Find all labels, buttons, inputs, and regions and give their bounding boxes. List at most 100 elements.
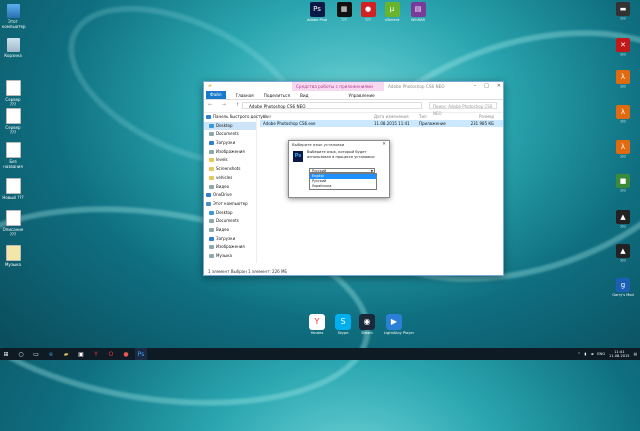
address-path[interactable]: Adobe Photoshop CS6 NEO: [242, 102, 422, 109]
nav-item[interactable]: Desktop: [204, 209, 256, 218]
nav-item[interactable]: Видео: [204, 226, 256, 235]
dock-item[interactable]: ◉ Steam: [357, 314, 377, 335]
nav-item[interactable]: Загрузки: [204, 235, 256, 244]
ribbon-tab[interactable]: Вид: [300, 93, 309, 98]
clock[interactable]: 11:41 11.08.2015: [609, 350, 630, 358]
taskbar: ⊞ ○ ▭ e ▰ ▣ Y O ● Ps ^ ▮ ◄ ENG 11:41 11.…: [0, 348, 640, 360]
dock-item[interactable]: ▶ LightAlloy Player: [384, 314, 414, 335]
desktop-icon[interactable]: ▤ WinRAR: [408, 2, 428, 22]
column-header[interactable]: Тип: [419, 113, 464, 120]
nav-item[interactable]: Изображения: [204, 243, 256, 252]
nav-item[interactable]: Панель быстрого доступа: [204, 113, 268, 122]
dialog-close-button[interactable]: ✕: [382, 141, 386, 148]
desktop-icon[interactable]: ▲???: [612, 244, 634, 263]
desktop-icon[interactable]: ●???: [358, 2, 378, 22]
folder-icon: [209, 149, 214, 154]
column-header[interactable]: Размер: [464, 113, 494, 120]
dock-item[interactable]: S Skype: [333, 314, 353, 335]
computer-icon: [6, 4, 20, 18]
ribbon-tab[interactable]: Поделиться: [264, 93, 290, 98]
desktop-icon-label: Этот компьютер: [2, 19, 26, 29]
desktop-icon[interactable]: Описание ???: [2, 210, 24, 237]
nav-item[interactable]: OneDrive: [204, 191, 256, 200]
language-dialog[interactable]: Выберите язык установки ✕ Ps Выберите яз…: [288, 140, 390, 198]
desktop-icon-label: Музыка: [5, 262, 21, 267]
nav-item[interactable]: Screenshots: [204, 165, 256, 174]
desktop-icon[interactable]: g Garry's Mod: [612, 278, 634, 297]
language-indicator[interactable]: ENG: [597, 352, 605, 356]
nav-item[interactable]: levels: [204, 156, 256, 165]
app-icon: ●: [360, 2, 376, 17]
column-header[interactable]: Дата изменения: [374, 113, 419, 120]
desktop-icon[interactable]: Сервер ???: [2, 80, 24, 107]
task-view-icon[interactable]: ▭: [30, 348, 42, 360]
nav-item[interactable]: Documents: [204, 130, 256, 139]
desktop-icon[interactable]: ▬???: [612, 2, 634, 21]
music-folder-icon: [5, 245, 21, 261]
edge-icon[interactable]: e: [45, 348, 57, 360]
close-button[interactable]: ✕: [497, 83, 501, 89]
desktop-icon[interactable]: Сервер ???: [2, 108, 24, 135]
nav-arrows[interactable]: ← → ↑: [208, 102, 244, 108]
yandex-icon[interactable]: Y: [90, 348, 102, 360]
network-icon[interactable]: ▮: [585, 352, 587, 356]
table-row[interactable]: Adobe Photoshop CS6.exe 11.08.2015 11:41 П…: [260, 120, 503, 127]
dock-label: Steam: [361, 331, 373, 335]
desktop-icon[interactable]: µ uTorrent: [382, 2, 402, 22]
windows-start-icon[interactable]: ⊞: [0, 348, 12, 360]
desktop-icon-label: Сервер ???: [5, 125, 21, 135]
desktop-icon[interactable]: ■???: [612, 174, 634, 193]
desktop-icon[interactable]: Новый ???: [2, 178, 24, 200]
context-tab[interactable]: Средства работы с приложениями: [292, 82, 384, 91]
language-option[interactable]: Українська: [310, 184, 376, 189]
nav-item[interactable]: Этот компьютер: [204, 200, 256, 209]
store-icon[interactable]: ▣: [75, 348, 87, 360]
document-icon: [5, 80, 21, 96]
desktop-icon[interactable]: λ???: [612, 140, 634, 159]
nav-item[interactable]: Видео: [204, 183, 256, 192]
ribbon-tab[interactable]: Файл: [206, 91, 226, 99]
app-icon: ▤: [410, 2, 426, 17]
desktop-icon[interactable]: ▲???: [612, 210, 634, 229]
nav-item[interactable]: Изображения: [204, 148, 256, 157]
desktop-icon[interactable]: PsAdobe Photoshop CS6: [307, 2, 327, 22]
volume-icon[interactable]: ◄: [591, 352, 594, 356]
photoshop-taskbar-icon[interactable]: Ps: [135, 348, 147, 360]
dialog-title-bar[interactable]: Выберите язык установки ✕: [289, 141, 389, 148]
desktop-icon-label: ???: [620, 259, 626, 263]
search-input[interactable]: Поиск: Adobe Photoshop CS6 NEO: [429, 102, 497, 116]
ribbon-tab[interactable]: Управление: [348, 93, 374, 98]
nav-item[interactable]: Музыка: [204, 252, 256, 261]
media-player-icon[interactable]: ●: [120, 348, 132, 360]
minimize-button[interactable]: –: [474, 83, 477, 89]
desktop-icon[interactable]: λ???: [612, 70, 634, 89]
table-cell: Приложение: [419, 121, 446, 126]
nav-item[interactable]: vehicles: [204, 174, 256, 183]
desktop-icon[interactable]: Корзина: [2, 38, 24, 58]
nav-item-label: Documents: [216, 218, 239, 224]
nav-item-label: OneDrive: [213, 192, 232, 198]
nav-item[interactable]: Загрузки: [204, 139, 256, 148]
file-explorer-icon[interactable]: ▰: [60, 348, 72, 360]
nav-item[interactable]: Desktop: [204, 121, 256, 131]
search-icon[interactable]: ○: [15, 348, 27, 360]
desktop-icon[interactable]: ✕???: [612, 38, 634, 57]
nav-item[interactable]: Documents: [204, 217, 256, 226]
table-cell: 231 985 КБ: [470, 121, 494, 126]
desktop-icon[interactable]: Этот компьютер: [2, 4, 26, 29]
desktop-icon[interactable]: ▦???: [334, 2, 354, 22]
ribbon-tab[interactable]: Главная: [236, 93, 254, 98]
dock-item[interactable]: Y Yandex: [307, 314, 327, 335]
desktop-icon[interactable]: Без названия: [2, 142, 24, 169]
nav-item-label: Загрузки: [216, 140, 236, 146]
column-header[interactable]: Имя: [260, 113, 374, 120]
notifications-icon[interactable]: ▤: [634, 352, 637, 356]
desktop-icon[interactable]: Музыка: [2, 245, 24, 267]
opera-icon[interactable]: O: [105, 348, 117, 360]
chevron-up-icon[interactable]: ^: [578, 352, 581, 356]
dialog-message: Выберите язык, который будет использован…: [307, 150, 376, 159]
desktop-icon-label: ???: [620, 53, 626, 57]
title-bar[interactable]: ▰ Средства работы с приложениями Adobe P…: [204, 82, 503, 91]
desktop-icon[interactable]: λ???: [612, 105, 634, 124]
maximize-button[interactable]: □: [484, 83, 489, 89]
